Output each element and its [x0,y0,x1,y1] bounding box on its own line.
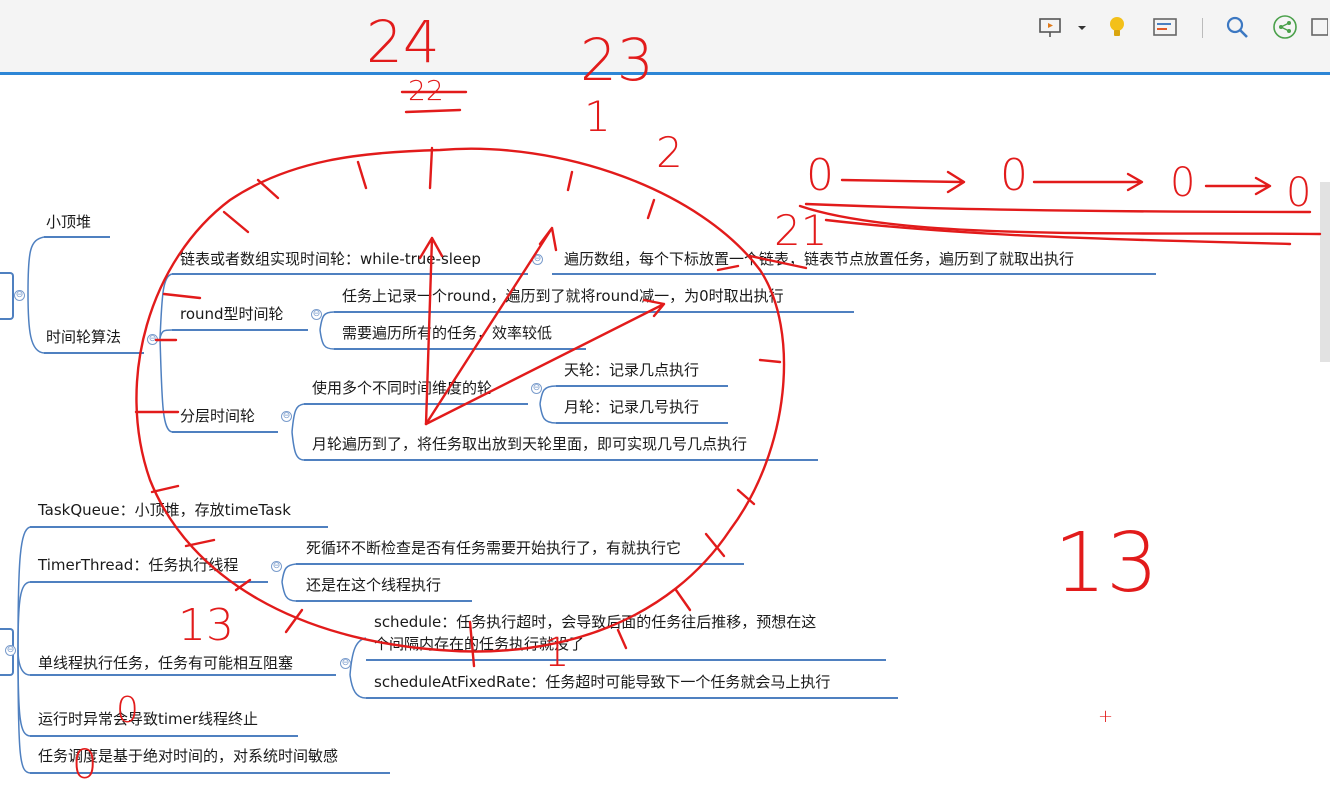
node-underline [556,385,728,387]
node-underline [366,659,886,661]
annotation-24: 24 [366,8,440,76]
node-underline [44,352,144,354]
node-timerthread-same[interactable]: 还是在这个线程执行 [306,574,441,596]
node-layered-wheel[interactable]: 分层时间轮 [180,405,255,427]
node-min-heap[interactable]: 小顶堆 [46,211,91,233]
collapse-toggle-icon[interactable]: ⊖ [311,309,322,320]
node-underline [172,273,528,275]
node-schedule-line1[interactable]: schedule：任务执行超时，会导致后面的任务往后推移，预想在这 [374,611,816,633]
linked-node-0: 0 [1170,160,1196,206]
root-node-tab-1[interactable] [0,272,14,320]
node-underline [304,403,528,405]
node-underline [556,422,728,424]
node-underline [30,735,298,737]
node-underline [30,581,268,583]
annotation-0: 0 [116,690,139,731]
collapse-toggle-icon[interactable]: ⊖ [532,254,543,265]
node-multi-wheel[interactable]: 使用多个不同时间维度的轮 [312,377,492,399]
linked-node-0: 0 [806,150,834,201]
node-underline [552,273,1156,275]
node-timerthread-loop[interactable]: 死循环不断检查是否有任务需要开始执行了，有就执行它 [306,537,681,559]
node-underline [30,674,336,676]
node-underline [296,563,744,565]
collapse-toggle-icon[interactable]: ⊖ [147,334,158,345]
collapse-toggle-icon[interactable]: ⊖ [271,561,282,572]
linked-node-0: 0 [1000,150,1028,201]
node-single-thread[interactable]: 单线程执行任务，任务有可能相互阻塞 [38,652,293,674]
node-linked-list-wheel[interactable]: 链表或者数组实现时间轮：while-true-sleep [180,248,481,270]
node-month-to-day[interactable]: 月轮遍历到了，将任务取出放到天轮里面，即可实现几号几点执行 [312,433,747,455]
annotation-21: 21 [774,206,828,255]
node-underline [172,431,278,433]
node-underline [44,236,110,238]
collapse-toggle-icon[interactable]: ⊖ [281,411,292,422]
annotation-2: 2 [656,128,683,177]
annotation-1: 1 [584,92,611,141]
annotation-22: 22 [408,74,444,107]
node-runtime-exception[interactable]: 运行时异常会导致timer线程终止 [38,708,258,730]
node-timerthread[interactable]: TimerThread：任务执行线程 [38,554,238,576]
node-underline [172,329,308,331]
node-day-wheel[interactable]: 天轮：记录几点执行 [564,359,699,381]
node-underline [334,311,854,313]
collapse-toggle-icon[interactable]: ⊖ [340,658,351,669]
node-round-efficiency[interactable]: 需要遍历所有的任务，效率较低 [342,322,552,344]
node-month-wheel[interactable]: 月轮：记录几号执行 [564,396,699,418]
node-underline [304,459,818,461]
node-underline [30,526,328,528]
collapse-toggle-icon[interactable]: ⊖ [531,383,542,394]
linked-node-0: 0 [1286,170,1312,216]
annotation-13-large: 13 [1054,516,1159,611]
node-time-wheel[interactable]: 时间轮算法 [46,326,121,348]
cursor-crosshair: + [1098,706,1114,727]
annotation-13-small: 13 [178,600,234,651]
node-fixed-rate[interactable]: scheduleAtFixedRate：任务超时可能导致下一个任务就会马上执行 [374,671,830,693]
annotation-1-bottom: 1 [544,630,570,676]
collapse-toggle-icon[interactable]: ⊖ [14,290,25,301]
node-underline [334,348,586,350]
node-taskqueue[interactable]: TaskQueue：小顶堆，存放timeTask [38,499,291,521]
annotation-23: 23 [580,26,654,94]
node-round-record[interactable]: 任务上记录一个round，遍历到了就将round减一，为0时取出执行 [342,285,784,307]
node-round-wheel[interactable]: round型时间轮 [180,303,284,325]
collapse-toggle-icon[interactable]: ⊖ [5,645,16,656]
node-underline [296,600,472,602]
annotation-0: 0 [72,742,98,788]
node-underline [366,697,898,699]
